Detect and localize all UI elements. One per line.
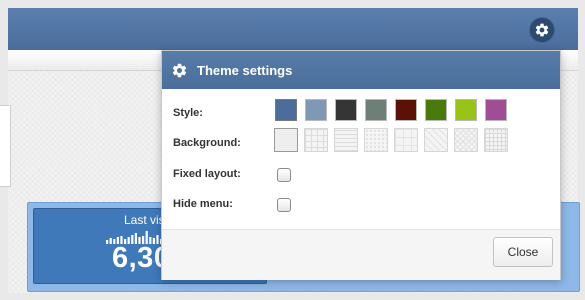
background-label: Background:: [173, 137, 241, 149]
style-swatch[interactable]: [395, 99, 417, 121]
style-swatch[interactable]: [335, 99, 357, 121]
panel-title: Theme settings: [197, 62, 293, 78]
hide-menu-label: Hide menu:: [173, 198, 233, 210]
sparkline-bar: [106, 240, 109, 244]
background-swatch[interactable]: [424, 128, 448, 152]
background-swatch[interactable]: [334, 128, 358, 152]
stat-title: Last vis: [124, 213, 165, 227]
side-widget-edge: [0, 105, 11, 187]
fixed-layout-label: Fixed layout:: [173, 168, 241, 180]
style-label: Style:: [173, 107, 203, 119]
hide-menu-checkbox[interactable]: [277, 198, 291, 212]
style-swatch[interactable]: [485, 99, 507, 121]
background-swatch[interactable]: [274, 128, 298, 152]
background-swatch[interactable]: [304, 128, 328, 152]
style-swatch[interactable]: [455, 99, 477, 121]
background-swatch[interactable]: [394, 128, 418, 152]
panel-header: Theme settings: [162, 51, 560, 89]
theme-settings-panel: Theme settings Style: Background: Fixed …: [161, 50, 561, 280]
close-button[interactable]: Close: [493, 237, 553, 267]
background-swatch[interactable]: [454, 128, 478, 152]
background-swatch[interactable]: [364, 128, 388, 152]
style-swatch[interactable]: [365, 99, 387, 121]
top-navbar: [8, 8, 578, 50]
fixed-layout-checkbox[interactable]: [277, 168, 291, 182]
background-swatch[interactable]: [484, 128, 508, 152]
gear-icon: [535, 23, 549, 37]
settings-toggle-button[interactable]: [529, 17, 555, 43]
style-swatch[interactable]: [305, 99, 327, 121]
gear-icon: [171, 62, 188, 79]
style-swatch[interactable]: [425, 99, 447, 121]
style-swatch[interactable]: [275, 99, 297, 121]
